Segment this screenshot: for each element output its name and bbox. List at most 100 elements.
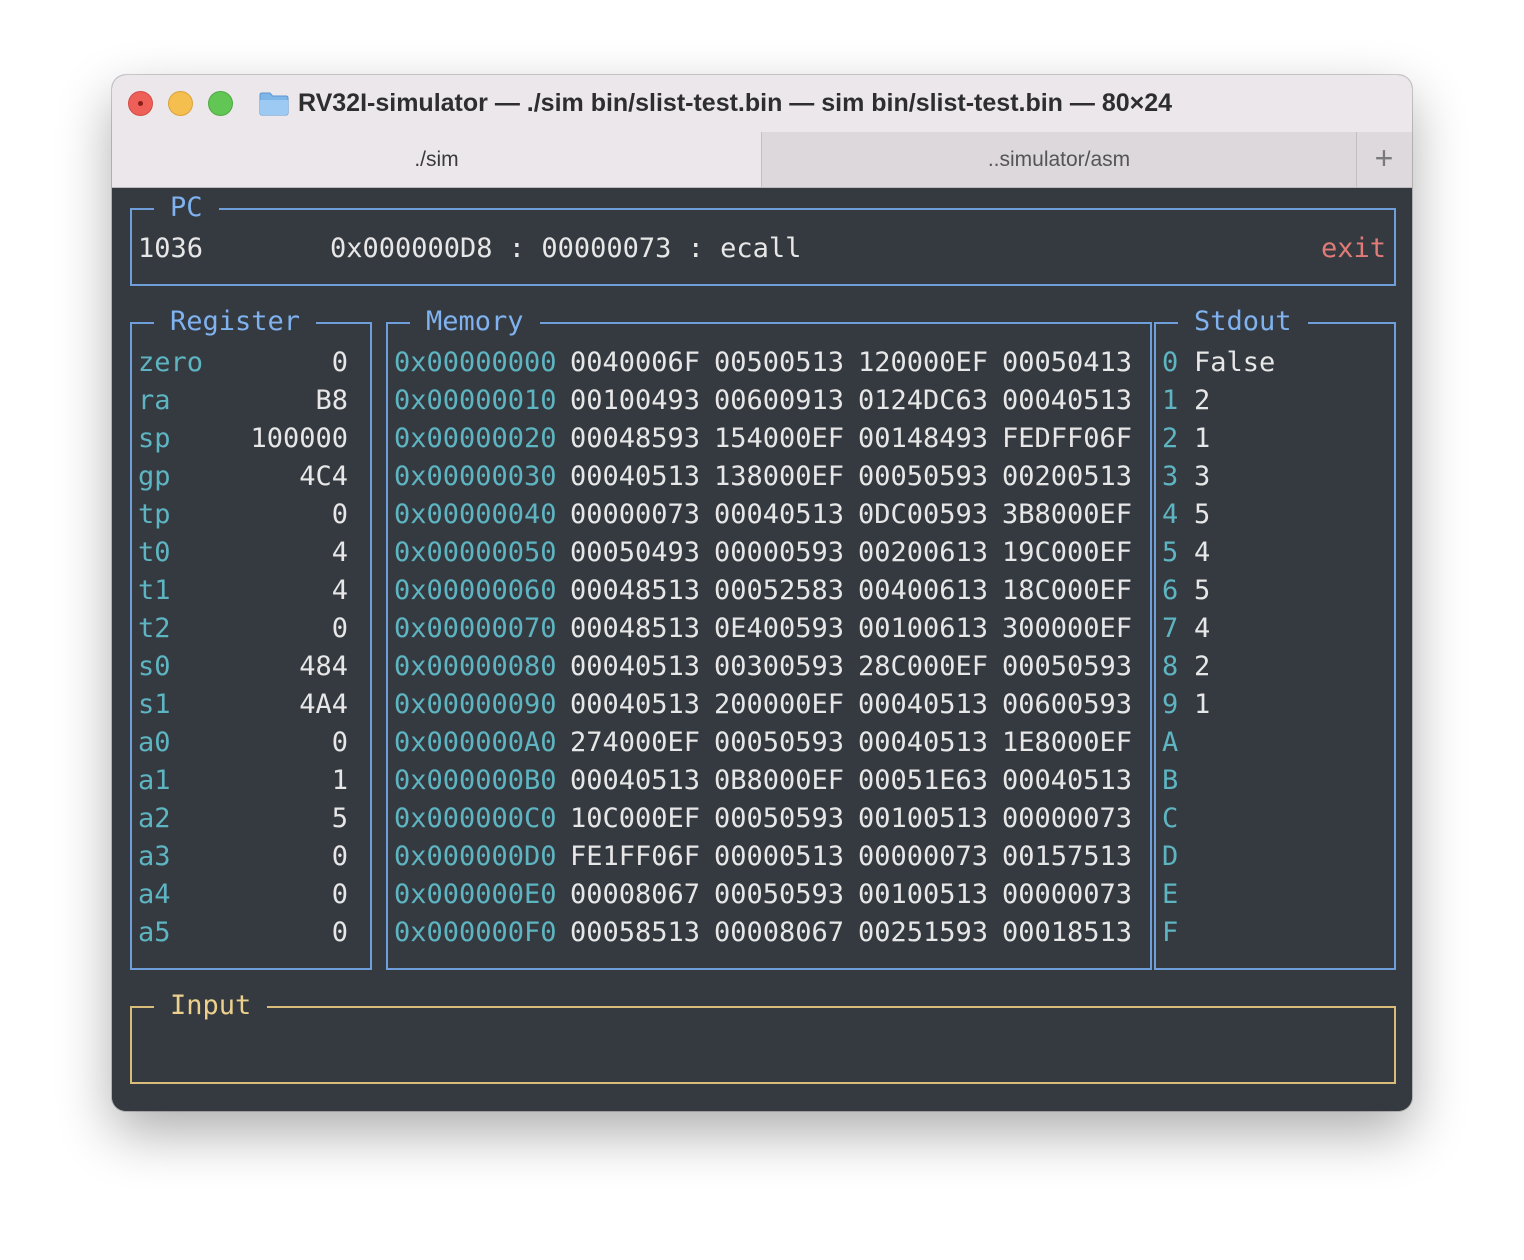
register-name: gp	[138, 461, 171, 492]
memory-address: 0x00000040	[394, 499, 557, 530]
memory-panel: Memory 0x00000000 0040006F 00500513 120000E…	[386, 304, 1152, 970]
memory-word: 00040513	[1002, 385, 1133, 416]
pc-instruction: 0x000000D8 : 00000073 : ecall	[330, 233, 802, 264]
memory-word: 0124DC63	[858, 385, 989, 416]
register-row: t0 4	[132, 534, 370, 572]
register-row: s0 484	[132, 648, 370, 686]
register-name: a3	[138, 841, 171, 872]
stdout-index: C	[1162, 803, 1179, 834]
register-value: 100000	[250, 423, 348, 454]
window-title: RV32I-simulator — ./sim bin/slist-test.b…	[298, 89, 1173, 117]
memory-word: 00500513	[714, 347, 845, 378]
stdout-index: B	[1162, 765, 1179, 796]
memory-address: 0x00000050	[394, 537, 557, 568]
memory-word: 00052583	[714, 575, 845, 606]
register-name: t1	[138, 575, 171, 606]
register-row: sp 100000	[132, 420, 370, 458]
stdout-index: 6	[1162, 575, 1179, 606]
memory-word: 00040513	[714, 499, 845, 530]
register-row: t1 4	[132, 572, 370, 610]
register-row: s1 4A4	[132, 686, 370, 724]
memory-address: 0x000000B0	[394, 765, 557, 796]
stdout-row: E	[1156, 876, 1394, 914]
memory-word-current: 00000073	[858, 841, 989, 872]
terminal-content[interactable]: PC 1036 0x000000D8 : 00000073 : ecall ex…	[112, 188, 1412, 1111]
memory-word: 274000EF	[570, 727, 701, 758]
register-value: 0	[331, 613, 348, 644]
register-value: 0	[331, 917, 348, 948]
register-value: 0	[331, 727, 348, 758]
folder-icon	[259, 92, 289, 116]
memory-address: 0x000000D0	[394, 841, 557, 872]
memory-word: 00300593	[714, 651, 845, 682]
memory-word: 00050593	[714, 727, 845, 758]
stdout-row: 21	[1156, 420, 1394, 458]
memory-word: 00048513	[570, 575, 701, 606]
stdout-index: 8	[1162, 651, 1179, 682]
input-panel[interactable]: Input	[130, 988, 1396, 1084]
close-button[interactable]	[128, 91, 153, 116]
register-panel-title: Register	[154, 304, 317, 340]
register-name: a0	[138, 727, 171, 758]
tab-asm[interactable]: ..simulator/asm	[762, 132, 1357, 187]
memory-address: 0x00000000	[394, 347, 557, 378]
input-panel-title: Input	[154, 988, 268, 1024]
stdout-row: A	[1156, 724, 1394, 762]
minimize-button[interactable]	[168, 91, 193, 116]
register-name: a2	[138, 803, 171, 834]
register-value: 0	[331, 499, 348, 530]
register-row: a2 5	[132, 800, 370, 838]
register-value: 0	[331, 347, 348, 378]
register-row: a3 0	[132, 838, 370, 876]
pc-panel-title: PC	[154, 190, 219, 226]
memory-row: 0x000000F0 00058513 00008067 00251593 000185…	[388, 914, 1150, 952]
memory-word: 00600593	[1002, 689, 1133, 720]
memory-row: 0x000000A0 274000EF 00050593 00040513 1E8000…	[388, 724, 1150, 762]
stdout-row: C	[1156, 800, 1394, 838]
memory-word: 28C000EF	[858, 651, 989, 682]
memory-row: 0x00000060 00048513 00052583 00400613 18C000…	[388, 572, 1150, 610]
stdout-index: 1	[1162, 385, 1179, 416]
memory-word: 00000073	[570, 499, 701, 530]
stdout-row: 54	[1156, 534, 1394, 572]
memory-word: 0DC00593	[858, 499, 989, 530]
memory-word: 00000073	[1002, 879, 1133, 910]
memory-word: 10C000EF	[570, 803, 701, 834]
register-row: ra B8	[132, 382, 370, 420]
memory-word: 0E400593	[714, 613, 845, 644]
register-name: a1	[138, 765, 171, 796]
memory-word: 00100613	[858, 613, 989, 644]
new-tab-button[interactable]: +	[1356, 132, 1412, 187]
register-name: s1	[138, 689, 171, 720]
pc-panel: PC 1036 0x000000D8 : 00000073 : ecall ex…	[130, 190, 1396, 286]
memory-address: 0x00000080	[394, 651, 557, 682]
memory-address: 0x00000070	[394, 613, 557, 644]
memory-address: 0x00000030	[394, 461, 557, 492]
memory-word: 3B8000EF	[1002, 499, 1133, 530]
stdout-index: 9	[1162, 689, 1179, 720]
memory-word: 1E8000EF	[1002, 727, 1133, 758]
stdout-index: 0	[1162, 347, 1179, 378]
memory-row: 0x00000030 00040513 138000EF 00050593 002005…	[388, 458, 1150, 496]
title-bar[interactable]: RV32I-simulator — ./sim bin/slist-test.b…	[112, 75, 1412, 132]
register-value: 484	[299, 651, 348, 682]
memory-word: 00040513	[570, 689, 701, 720]
memory-row: 0x00000010 00100493 00600913 0124DC63 000405…	[388, 382, 1150, 420]
memory-word: 00000073	[1002, 803, 1133, 834]
stdout-text: 5	[1194, 499, 1211, 530]
register-row: a1 1	[132, 762, 370, 800]
register-row: a4 0	[132, 876, 370, 914]
tab-sim[interactable]: ./sim	[112, 132, 762, 187]
zoom-button[interactable]	[208, 91, 233, 116]
memory-row: 0x000000C0 10C000EF 00050593 00100513 000000…	[388, 800, 1150, 838]
register-value: 4A4	[299, 689, 348, 720]
memory-word: 00040513	[570, 765, 701, 796]
register-name: t0	[138, 537, 171, 568]
stdout-row: 0 False	[1156, 344, 1394, 382]
memory-row: 0x00000000 0040006F 00500513 120000EF 000504…	[388, 344, 1150, 382]
register-value: 4	[331, 537, 348, 568]
memory-word: 00100493	[570, 385, 701, 416]
memory-word: 00050593	[1002, 651, 1133, 682]
stdout-text: 5	[1194, 575, 1211, 606]
stdout-row: 82	[1156, 648, 1394, 686]
